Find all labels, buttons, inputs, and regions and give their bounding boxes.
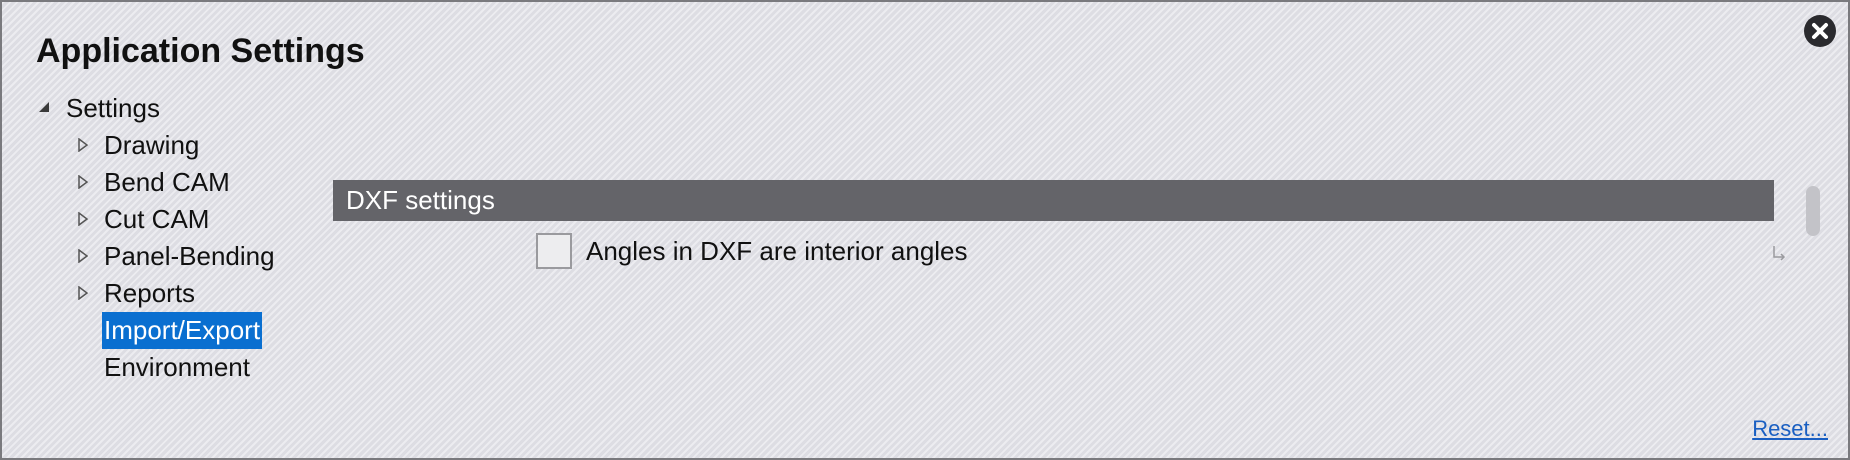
- tree-item-cut-cam[interactable]: Cut CAM: [32, 201, 292, 238]
- triangle-right-icon[interactable]: [78, 164, 92, 201]
- triangle-right-icon[interactable]: [78, 238, 92, 275]
- tree-item-drawing[interactable]: Drawing: [32, 127, 292, 164]
- close-button[interactable]: [1804, 15, 1836, 47]
- tree-item-panel-bending[interactable]: Panel-Bending: [32, 238, 292, 275]
- tree-item-label: Import/Export: [102, 312, 263, 349]
- settings-dialog: Application Settings Settings Drawing Be…: [0, 0, 1850, 460]
- tree-item-environment[interactable]: Environment: [32, 349, 292, 386]
- settings-tree: Settings Drawing Bend CAM Cut CAM Panel-: [32, 90, 292, 386]
- triangle-right-icon[interactable]: [78, 275, 92, 312]
- tree-item-settings[interactable]: Settings: [32, 90, 262, 127]
- close-icon: [1812, 23, 1828, 39]
- option-label: Angles in DXF are interior angles: [586, 236, 968, 266]
- interior-angles-checkbox[interactable]: [536, 233, 572, 269]
- return-arrow-icon: [1772, 245, 1786, 266]
- dialog-title: Application Settings: [36, 32, 365, 70]
- scrollbar-thumb[interactable]: [1806, 186, 1820, 236]
- section-header-dxf-settings: DXF settings: [333, 180, 1774, 221]
- tree-item-label: Environment: [104, 352, 250, 382]
- tree-item-label: Panel-Bending: [104, 241, 275, 271]
- tree-item-reports[interactable]: Reports: [32, 275, 292, 312]
- tree-item-label: Drawing: [104, 130, 200, 160]
- triangle-down-icon[interactable]: [38, 90, 52, 127]
- triangle-right-icon[interactable]: [78, 127, 92, 164]
- tree-item-label: Cut CAM: [104, 204, 210, 234]
- tree-item-label: Bend CAM: [104, 167, 230, 197]
- tree-item-label: Settings: [66, 93, 160, 123]
- reset-link[interactable]: Reset...: [1752, 416, 1828, 442]
- triangle-right-icon[interactable]: [78, 201, 92, 238]
- tree-item-label: Reports: [104, 278, 196, 308]
- option-interior-angles[interactable]: Angles in DXF are interior angles: [536, 232, 968, 270]
- tree-item-import-export[interactable]: Import/Export: [32, 312, 292, 349]
- tree-item-bend-cam[interactable]: Bend CAM: [32, 164, 292, 201]
